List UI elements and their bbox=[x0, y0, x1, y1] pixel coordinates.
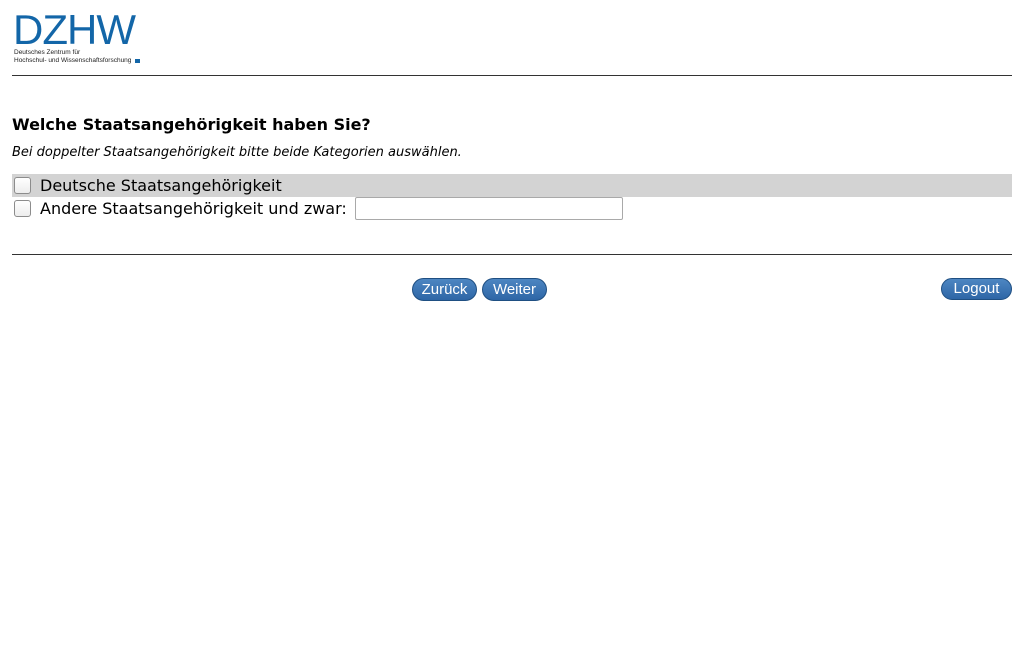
back-button[interactable]: Zurück bbox=[412, 278, 477, 301]
other-nationality-checkbox[interactable] bbox=[14, 200, 31, 217]
logo-subtitle-line2: Hochschul- und Wissenschaftsforschung bbox=[14, 57, 132, 64]
logout-button[interactable]: Logout bbox=[941, 278, 1012, 300]
footer-divider bbox=[12, 254, 1012, 255]
option-label[interactable]: Deutsche Staatsangehörigkeit bbox=[40, 176, 282, 196]
dzhw-logo: DZHW Deutsches Zentrum für Hochschul- un… bbox=[13, 9, 148, 67]
logo-subtitle-line1: Deutsches Zentrum für bbox=[14, 49, 81, 56]
logo-square-mark bbox=[135, 59, 140, 63]
option-german-nationality[interactable]: Deutsche Staatsangehörigkeit bbox=[12, 174, 1012, 197]
header-divider bbox=[12, 75, 1012, 76]
other-nationality-input[interactable] bbox=[354, 197, 623, 220]
question-hint: Bei doppelter Staatsangehörigkeit bitte … bbox=[12, 145, 462, 160]
option-label[interactable]: Andere Staatsangehörigkeit und zwar: bbox=[40, 199, 347, 219]
german-nationality-checkbox[interactable] bbox=[14, 177, 31, 194]
logo-wordmark: DZHW bbox=[13, 6, 136, 53]
option-other-nationality[interactable]: Andere Staatsangehörigkeit und zwar: bbox=[12, 197, 1012, 220]
survey-page: DZHW Deutsches Zentrum für Hochschul- un… bbox=[0, 0, 1024, 657]
next-button[interactable]: Weiter bbox=[482, 278, 547, 301]
question-title: Welche Staatsangehörigkeit haben Sie? bbox=[12, 115, 371, 134]
